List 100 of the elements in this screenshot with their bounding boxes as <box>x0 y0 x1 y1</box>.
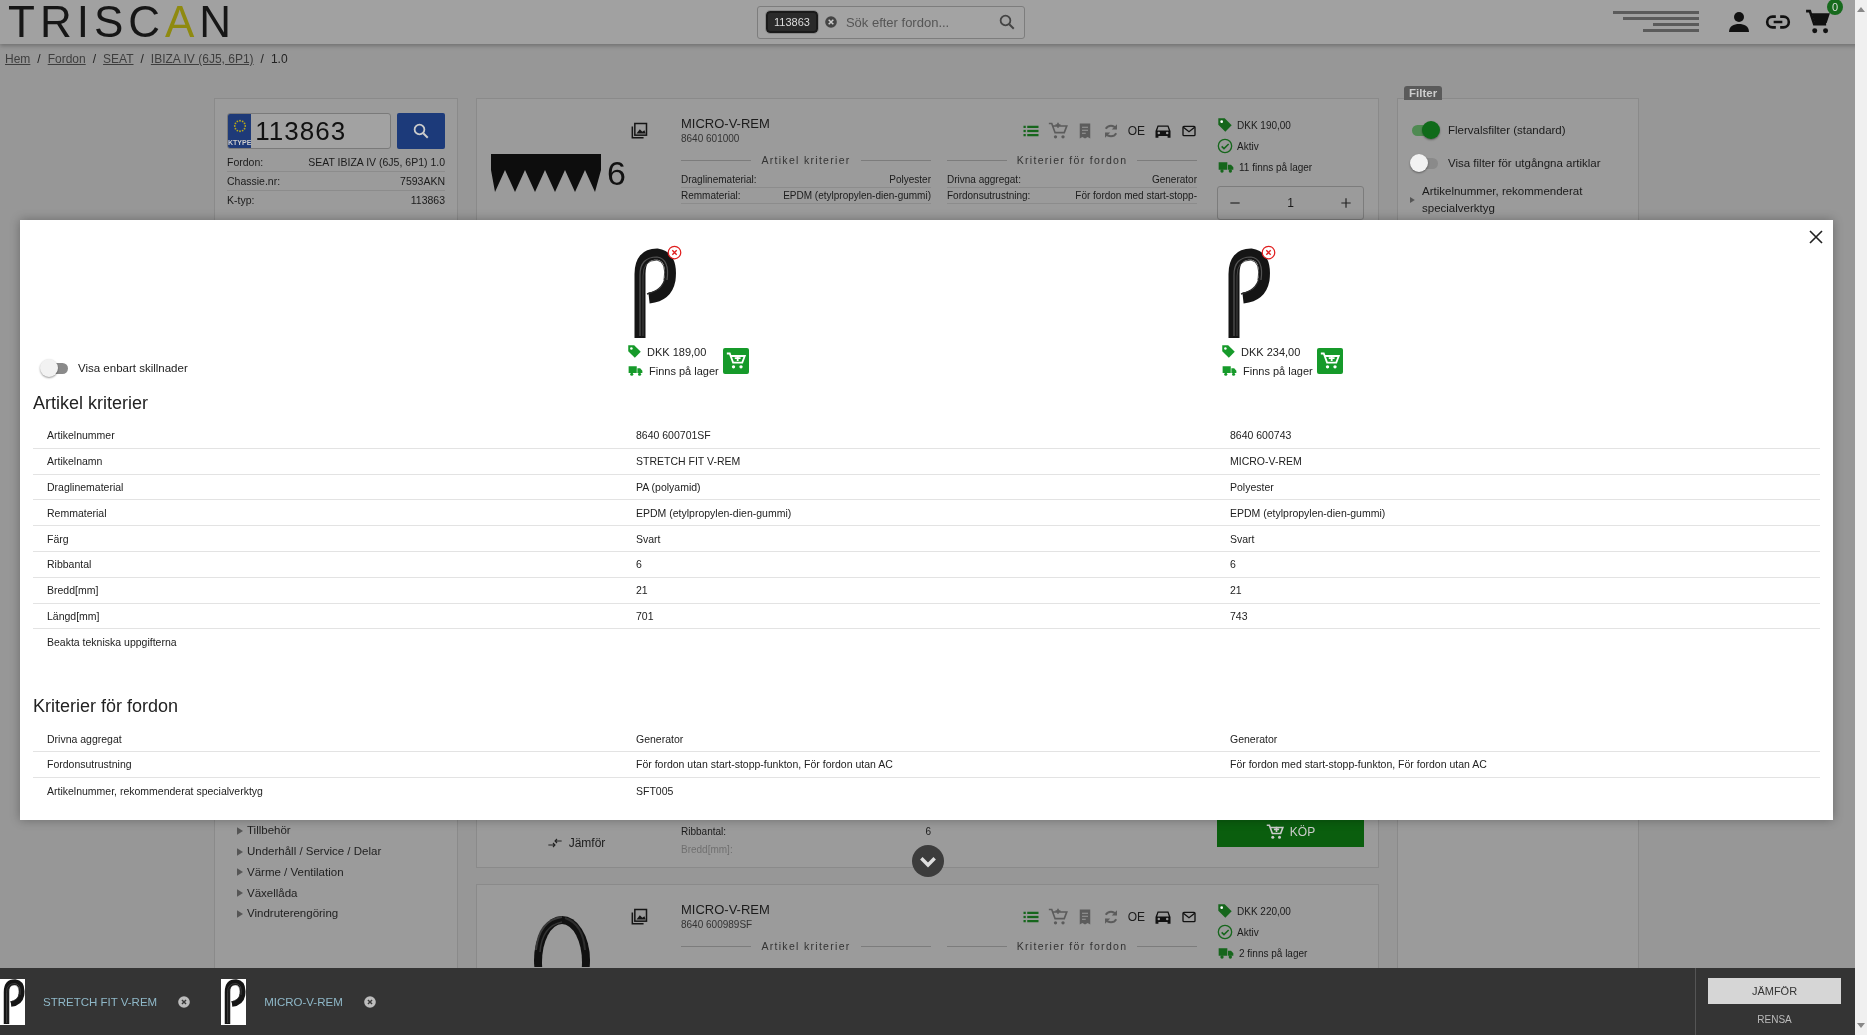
blurred-logo-icon <box>1613 9 1699 35</box>
detail-label: K-typ: <box>227 193 255 208</box>
breadcrumb-link[interactable]: Fordon <box>47 52 86 66</box>
toggle-switch[interactable] <box>40 359 70 377</box>
criteria-value: För fordon med start-stopp- <box>1075 189 1197 203</box>
plate-field[interactable]: 113863 <box>251 114 390 148</box>
search-field[interactable]: Sök efter fordon... <box>843 13 992 31</box>
breadcrumb-link[interactable]: Hem <box>5 52 31 66</box>
price-tag-icon <box>627 344 642 359</box>
compare-item-name[interactable]: STRETCH FIT V-REM <box>43 995 158 1008</box>
stock-label: 11 finns på lager <box>1239 161 1313 173</box>
price: DKK 189,00 <box>647 345 707 358</box>
criteria-label: Draglinematerial: <box>681 173 757 187</box>
section-heading: Artikel kriterier <box>761 154 851 166</box>
criteria-value: 743 <box>1229 609 1249 622</box>
cart-add-icon <box>1265 823 1284 841</box>
section-heading: Kriterier för fordon <box>1016 154 1128 166</box>
product-title[interactable]: MICRO-V-REM <box>681 116 931 132</box>
add-to-cart-button[interactable] <box>722 348 749 374</box>
breadcrumb-link[interactable]: SEAT <box>103 52 134 66</box>
remove-button[interactable] <box>667 245 682 260</box>
category-link[interactable]: Värme / Ventilation <box>247 861 344 883</box>
close-icon <box>1807 228 1825 246</box>
criteria-label: Drivna aggregat <box>46 732 123 745</box>
price-tag-icon <box>1217 903 1233 919</box>
price: DKK 220,00 <box>1237 905 1291 917</box>
expand-button[interactable] <box>911 845 944 877</box>
oe-link[interactable]: OE <box>1127 909 1145 924</box>
detail-label: Fordon: <box>227 155 264 170</box>
clear-icon[interactable] <box>823 15 838 29</box>
search-icon[interactable] <box>998 13 1016 31</box>
images-icon[interactable] <box>629 907 649 927</box>
breadcrumb-separator: / <box>260 52 264 66</box>
scrollbar[interactable] <box>1855 0 1867 1035</box>
section-heading: Artikel kriterier <box>761 940 851 952</box>
criteria-value: STRETCH FIT V-REM <box>635 455 742 468</box>
category-link[interactable]: Underhåll / Service / Delar <box>247 841 382 862</box>
criteria-value: EPDM (etylpropylen-dien-gummi) <box>783 189 931 203</box>
toggle-label: Visa filter för utgångna artiklar <box>1448 156 1601 169</box>
toggle-switch[interactable] <box>1410 153 1440 172</box>
remove-button[interactable] <box>1261 245 1276 260</box>
remove-icon <box>667 245 682 260</box>
criteria-value: 6 <box>925 825 931 839</box>
expand-triangle-icon <box>237 888 243 897</box>
clear-button[interactable]: RENSA <box>1757 1014 1792 1025</box>
criteria-value: För fordon med start-stopp-funkton, För fordon utan AC <box>1229 758 1488 771</box>
compare-button[interactable]: JÄMFÖR <box>1708 978 1841 1004</box>
filter-group-link[interactable]: Artikelnummer, rekommenderat specialverktyg <box>1422 183 1626 217</box>
check-circle-icon <box>1217 138 1233 154</box>
remove-button[interactable] <box>177 994 192 1009</box>
toggle-switch[interactable] <box>1410 120 1440 139</box>
images-icon[interactable] <box>629 121 649 141</box>
category-link[interactable]: Växellåda <box>247 882 298 904</box>
criteria-label: Ribbantal <box>46 558 93 571</box>
user-icon[interactable] <box>1727 10 1751 34</box>
cart-icon[interactable] <box>1805 9 1831 35</box>
status-label: Aktiv <box>1237 140 1259 152</box>
criteria-label: Remmaterial <box>46 506 108 519</box>
criteria-value: 701 <box>635 609 655 622</box>
remove-button[interactable] <box>362 994 377 1009</box>
criteria-label: Draglinematerial <box>46 481 125 493</box>
criteria-value: EPDM (etylpropylen-dien-gummi) <box>635 506 793 519</box>
criteria-label: Ribbantal: <box>681 825 727 839</box>
criteria-value: Generator <box>635 732 685 745</box>
quantity-value: 1 <box>1287 196 1294 210</box>
close-button[interactable] <box>1807 228 1825 246</box>
expand-triangle-icon <box>237 826 243 835</box>
category-link[interactable]: Vindruterengöring <box>247 903 339 924</box>
criteria-value: PA (polyamid) <box>635 481 702 493</box>
remove-icon <box>362 994 377 1009</box>
criteria-value: För fordon utan start-stopp-funkton, För fordon utan AC <box>635 758 894 771</box>
product-title[interactable]: MICRO-V-REM <box>681 902 931 918</box>
add-to-cart-button[interactable] <box>1316 348 1343 374</box>
price: DKK 234,00 <box>1241 345 1301 358</box>
criteria-label: Fordonsutrustning <box>46 758 133 771</box>
criteria-label: Artikelnummer, rekommenderat specialverktyg <box>46 784 264 797</box>
criteria-value: Svart <box>1229 532 1256 545</box>
criteria-value: 21 <box>635 584 649 597</box>
search-button[interactable] <box>397 113 445 149</box>
logo: TRISCA N <box>8 0 238 44</box>
criteria-value: 6 <box>1229 558 1237 571</box>
section-heading: Kriterier för fordon <box>1016 940 1128 952</box>
chevron-down-icon <box>911 845 944 877</box>
remove-icon <box>1261 245 1276 260</box>
plus-icon[interactable] <box>1339 196 1353 210</box>
breadcrumb-link[interactable]: IBIZA IV (6J5, 6P1) <box>150 52 254 66</box>
compare-link[interactable]: Jämför <box>491 835 661 851</box>
criteria-value: Polyester <box>1229 481 1275 493</box>
criteria-value: 8640 600701SF <box>635 429 712 442</box>
cart-count-badge: 0 <box>1827 0 1843 15</box>
status-label: Aktiv <box>1237 926 1259 938</box>
truck-icon <box>1217 945 1235 961</box>
quantity-stepper[interactable]: 1 <box>1217 186 1364 220</box>
category-link[interactable]: Tillbehör <box>247 820 291 842</box>
oe-link[interactable]: OE <box>1127 123 1145 138</box>
cart-add-icon <box>725 351 746 371</box>
breadcrumb-current: 1.0 <box>270 52 288 66</box>
compare-item-name[interactable]: MICRO-V-REM <box>264 995 343 1008</box>
search-bar[interactable]: 113863 Sök efter fordon... <box>757 5 1025 39</box>
expand-triangle-icon[interactable] <box>1410 196 1416 204</box>
